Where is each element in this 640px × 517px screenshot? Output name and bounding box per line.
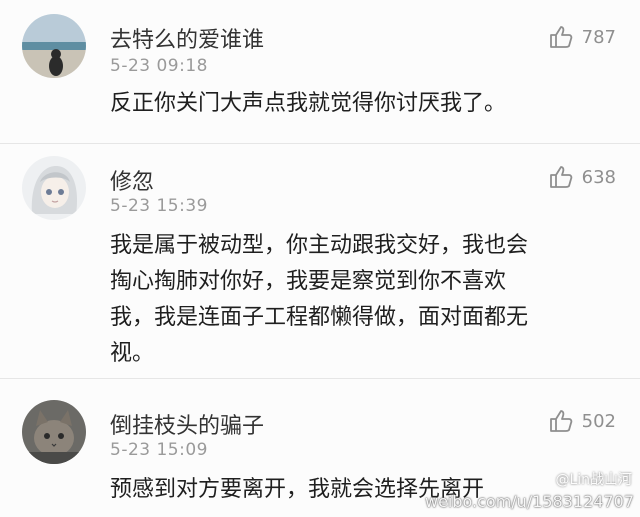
username[interactable]: 修忽: [110, 164, 154, 196]
comment-line: 掏心掏肺对你好，我要是察觉到你不喜欢: [110, 269, 507, 294]
like-count: 787: [581, 26, 616, 48]
anime-girl-avatar-icon: [22, 156, 86, 220]
avatar[interactable]: [22, 156, 86, 220]
like-count: 502: [581, 410, 616, 432]
like-count: 638: [581, 166, 616, 188]
watermark-url: weibo.com/u/1583124707: [424, 492, 634, 511]
like-button[interactable]: 502: [548, 408, 616, 434]
thumbs-up-icon: [549, 410, 572, 432]
comment-item: 去特么的爱谁谁 5-23 09:18 787 反正你关门大声点我就觉得你讨厌我了…: [0, 0, 640, 150]
comment-line: 反正你关门大声点我就觉得你讨厌我了。: [110, 91, 507, 116]
divider: [0, 378, 640, 379]
username[interactable]: 去特么的爱谁谁: [110, 22, 264, 54]
thumbs-up-icon: [549, 26, 572, 48]
username[interactable]: 倒挂枝头的骗子: [110, 408, 264, 440]
comment-text: 我是属于被动型，你主动跟我交好，我也会 掏心掏肺对你好，我要是察觉到你不喜欢 我…: [110, 228, 620, 372]
like-button[interactable]: 638: [548, 164, 616, 190]
comment-line: 我是属于被动型，你主动跟我交好，我也会: [110, 233, 529, 258]
beach-silhouette-avatar-icon: [22, 14, 86, 78]
timestamp: 5-23 15:09: [110, 440, 208, 460]
like-button[interactable]: 787: [548, 24, 616, 50]
thumbs-up-icon: [549, 166, 572, 188]
watermark-name: @Lin战山河: [555, 472, 632, 488]
avatar[interactable]: [22, 14, 86, 78]
comment-line: 视。: [110, 341, 155, 366]
comment-item: 修忽 5-23 15:39 638 我是属于被动型，你主动跟我交好，我也会 掏心…: [0, 144, 640, 374]
timestamp: 5-23 09:18: [110, 56, 208, 76]
avatar[interactable]: [22, 400, 86, 464]
cat-avatar-icon: [22, 400, 86, 464]
timestamp: 5-23 15:39: [110, 196, 208, 216]
comment-line: 我，我是连面子工程都懒得做，面对面都无: [110, 305, 529, 330]
comment-text: 反正你关门大声点我就觉得你讨厌我了。: [110, 86, 620, 122]
